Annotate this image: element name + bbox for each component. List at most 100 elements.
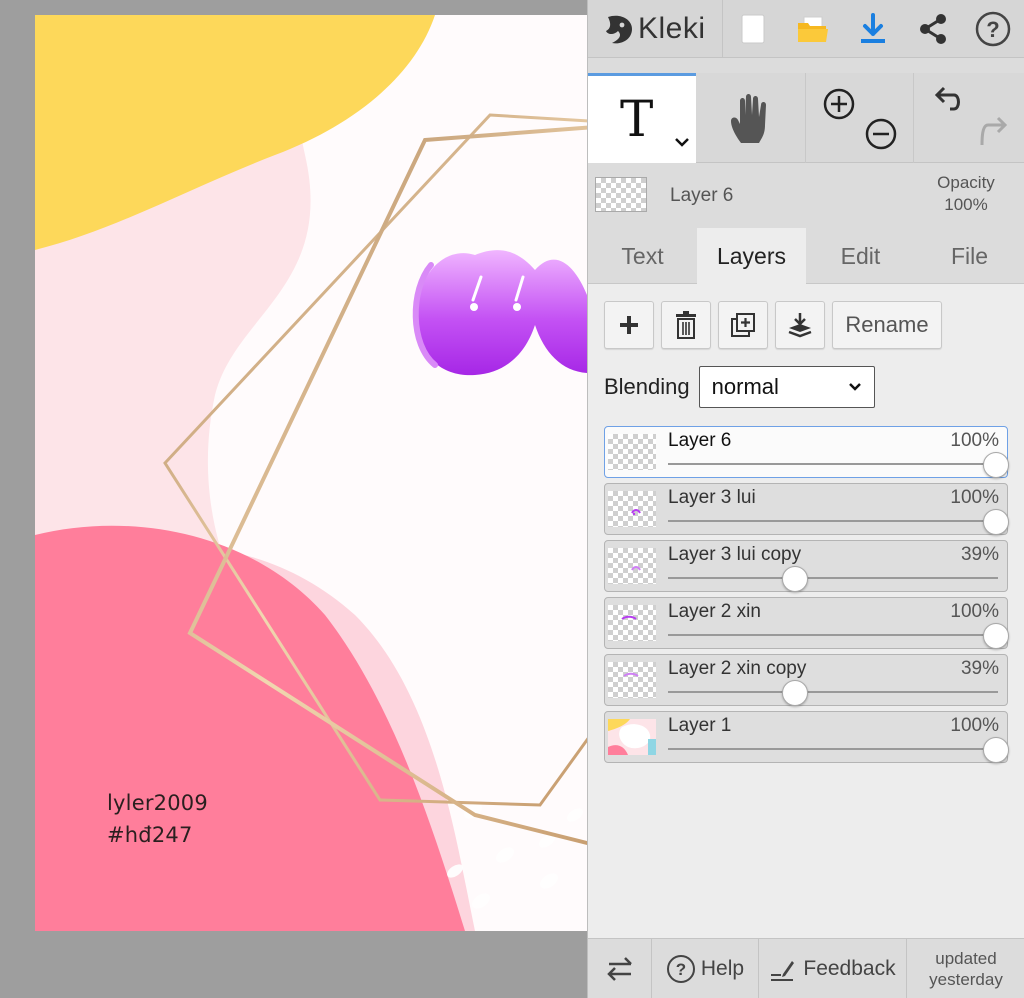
- opacity-slider-handle[interactable]: [983, 737, 1009, 763]
- help-link[interactable]: ? Help: [652, 939, 759, 998]
- opacity-slider-track[interactable]: [668, 520, 998, 522]
- layer-opacity: 100%: [950, 487, 999, 508]
- layer-name: Layer 3 lui: [668, 487, 756, 508]
- opacity-slider-track[interactable]: [668, 748, 998, 750]
- feedback-pen-icon: [771, 961, 795, 981]
- layer-row[interactable]: Layer 1 100%: [604, 711, 1009, 763]
- opacity-slider-handle[interactable]: [983, 623, 1009, 649]
- side-panel: Kleki ? T Layer 6 Opacity 100% Text Laye…: [587, 0, 1024, 998]
- layer-thumbnail-art: [608, 719, 656, 755]
- undo-icon[interactable]: [932, 85, 966, 119]
- kleki-logo-icon: [606, 15, 632, 43]
- current-layer-opacity: Opacity 100%: [921, 172, 1011, 216]
- svg-text:?: ?: [676, 960, 686, 979]
- swap-arrows-icon: [606, 957, 632, 981]
- opacity-slider-track[interactable]: [668, 577, 998, 579]
- open-folder-icon: [798, 16, 828, 42]
- current-layer-name: Layer 6: [670, 185, 734, 206]
- share-icon: [920, 13, 946, 44]
- layer-name: Layer 3 lui copy: [668, 544, 802, 565]
- blending-value: normal: [711, 374, 779, 399]
- layer-actions: Rename: [604, 301, 942, 349]
- history-controls: [914, 73, 1024, 163]
- hand-tool-button[interactable]: [696, 73, 806, 163]
- updated-line-1: updated: [935, 949, 997, 968]
- panel-tabs: Text Layers Edit File: [588, 228, 1024, 284]
- blending-label: Blending: [604, 374, 690, 399]
- layer-row[interactable]: Layer 3 lui 100%: [604, 483, 1009, 535]
- kleki-logo[interactable]: Kleki: [588, 0, 723, 58]
- layer-thumbnail-art: [631, 509, 641, 516]
- help-button[interactable]: ?: [963, 0, 1023, 58]
- drawing-canvas[interactable]: lyler2009 #hđ247: [35, 15, 587, 931]
- merge-layer-button[interactable]: [775, 301, 825, 349]
- zoom-out-icon[interactable]: [864, 117, 898, 151]
- zoom-in-icon[interactable]: [822, 87, 856, 121]
- chevron-down-icon[interactable]: [674, 136, 690, 148]
- feedback-link[interactable]: Feedback: [759, 939, 907, 998]
- layer-row[interactable]: Layer 2 xin copy 39%: [604, 654, 1008, 706]
- opacity-value: 100%: [944, 195, 988, 214]
- bottom-bar: ? Help Feedback updated yesterday: [588, 938, 1024, 998]
- zoom-controls: [806, 73, 914, 163]
- rename-layer-button[interactable]: Rename: [832, 301, 942, 349]
- swap-side-button[interactable]: [588, 939, 652, 998]
- help-icon: ?: [975, 11, 1011, 46]
- layer-row[interactable]: Layer 2 xin 100%: [604, 597, 1009, 649]
- layer-thumbnail-art: [631, 566, 641, 571]
- new-image-button[interactable]: [723, 0, 783, 58]
- chevron-down-icon: [848, 383, 861, 391]
- opacity-slider-handle[interactable]: [983, 452, 1009, 478]
- add-layer-button[interactable]: [604, 301, 654, 349]
- layer-thumbnail: [608, 719, 656, 755]
- help-circle-icon: ?: [666, 955, 695, 983]
- help-label: Help: [700, 957, 745, 980]
- opacity-slider-track[interactable]: [668, 463, 998, 465]
- feedback-label: Feedback: [803, 957, 896, 980]
- layer-list: Layer 6 100% Layer 3 lui 100% Layer 3 lu…: [604, 426, 1009, 768]
- redo-icon[interactable]: [976, 115, 1010, 149]
- share-button[interactable]: [903, 0, 963, 58]
- opacity-slider-handle[interactable]: [983, 509, 1009, 535]
- layer-thumbnail-art: [621, 615, 637, 620]
- opacity-slider-handle[interactable]: [781, 680, 808, 706]
- tab-file[interactable]: File: [915, 228, 1024, 284]
- duplicate-layer-button[interactable]: [718, 301, 768, 349]
- layer-thumbnail: [608, 491, 656, 527]
- download-icon: [861, 12, 885, 43]
- svg-text:?: ?: [986, 17, 999, 42]
- updated-line-2: yesterday: [929, 970, 1003, 989]
- layer-row[interactable]: Layer 6 100%: [604, 426, 1009, 478]
- open-image-button[interactable]: [783, 0, 843, 58]
- tab-layers[interactable]: Layers: [697, 228, 806, 284]
- layer-thumbnail-art: [623, 672, 639, 677]
- duplicate-icon: [731, 313, 755, 337]
- text-tool-icon: T: [620, 90, 654, 148]
- delete-layer-button[interactable]: [661, 301, 711, 349]
- layer-name: Layer 1: [668, 715, 732, 736]
- plus-icon: [620, 316, 638, 334]
- download-button[interactable]: [843, 0, 903, 58]
- layer-name: Layer 6: [668, 430, 732, 451]
- opacity-slider-handle[interactable]: [781, 566, 808, 592]
- logo-text: Kleki: [638, 11, 706, 45]
- layer-thumbnail: [608, 434, 656, 470]
- watermark-hashtag: #hđ247: [107, 823, 193, 847]
- opacity-slider-track[interactable]: [668, 691, 998, 693]
- updated-info[interactable]: updated yesterday: [907, 939, 1024, 998]
- new-image-icon: [741, 14, 765, 43]
- canvas-area[interactable]: lyler2009 #hđ247: [0, 0, 587, 998]
- blending-select[interactable]: normal: [698, 366, 875, 408]
- layer-row[interactable]: Layer 3 lui copy 39%: [604, 540, 1008, 592]
- opacity-slider-track[interactable]: [668, 634, 998, 636]
- tab-edit[interactable]: Edit: [806, 228, 915, 284]
- layer-name: Layer 2 xin: [668, 601, 761, 622]
- layer-opacity: 100%: [950, 430, 999, 451]
- layer-opacity: 39%: [960, 658, 999, 679]
- layer-thumbnail: [608, 662, 656, 698]
- current-layer-info: Layer 6 Opacity 100%: [588, 164, 1024, 228]
- layer-name: Layer 2 xin copy: [668, 658, 807, 679]
- text-tool-button[interactable]: T: [588, 76, 696, 163]
- tab-text[interactable]: Text: [588, 228, 697, 284]
- merge-down-icon: [788, 313, 812, 338]
